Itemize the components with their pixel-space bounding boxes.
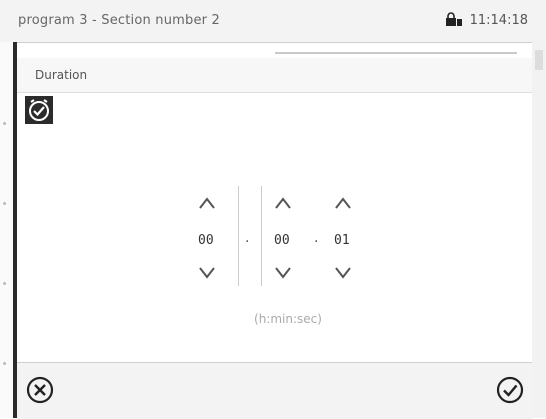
timer-icon (25, 96, 53, 124)
clock: 11:14:18 (469, 13, 528, 28)
edge-marker (3, 282, 6, 285)
minutes-down-button[interactable] (274, 266, 292, 280)
scrollbar-thumb[interactable] (535, 50, 543, 70)
section-header: Duration (17, 58, 532, 93)
lock-icon (446, 12, 463, 26)
unit-label: (h:min:sec) (254, 312, 322, 326)
seconds-down-button[interactable] (334, 266, 352, 280)
left-edge (0, 42, 13, 418)
hours-down-button[interactable] (198, 266, 216, 280)
header-divider (275, 52, 517, 54)
column-divider (261, 186, 262, 286)
seconds-up-button[interactable] (334, 196, 352, 210)
separator: . (245, 230, 250, 246)
scrollbar[interactable] (532, 42, 546, 418)
page-title: program 3 - Section number 2 (18, 13, 221, 28)
minutes-up-button[interactable] (274, 196, 292, 210)
hours-up-button[interactable] (198, 196, 216, 210)
seconds-value[interactable]: 01 (334, 233, 350, 248)
footer-bar (17, 362, 532, 419)
check-circle-icon[interactable] (495, 375, 525, 405)
section-label: Duration (35, 68, 88, 82)
title-bar: program 3 - Section number 2 11:14:18 (0, 0, 546, 43)
status-area: 11:14:18 (445, 12, 528, 28)
edge-marker (3, 202, 6, 205)
minutes-value[interactable]: 00 (274, 233, 290, 248)
separator: . (314, 230, 319, 246)
column-divider (238, 186, 239, 286)
edge-marker (3, 122, 6, 125)
hours-value[interactable]: 00 (198, 233, 214, 248)
close-circle-icon[interactable] (25, 375, 55, 405)
edge-marker (3, 362, 6, 365)
